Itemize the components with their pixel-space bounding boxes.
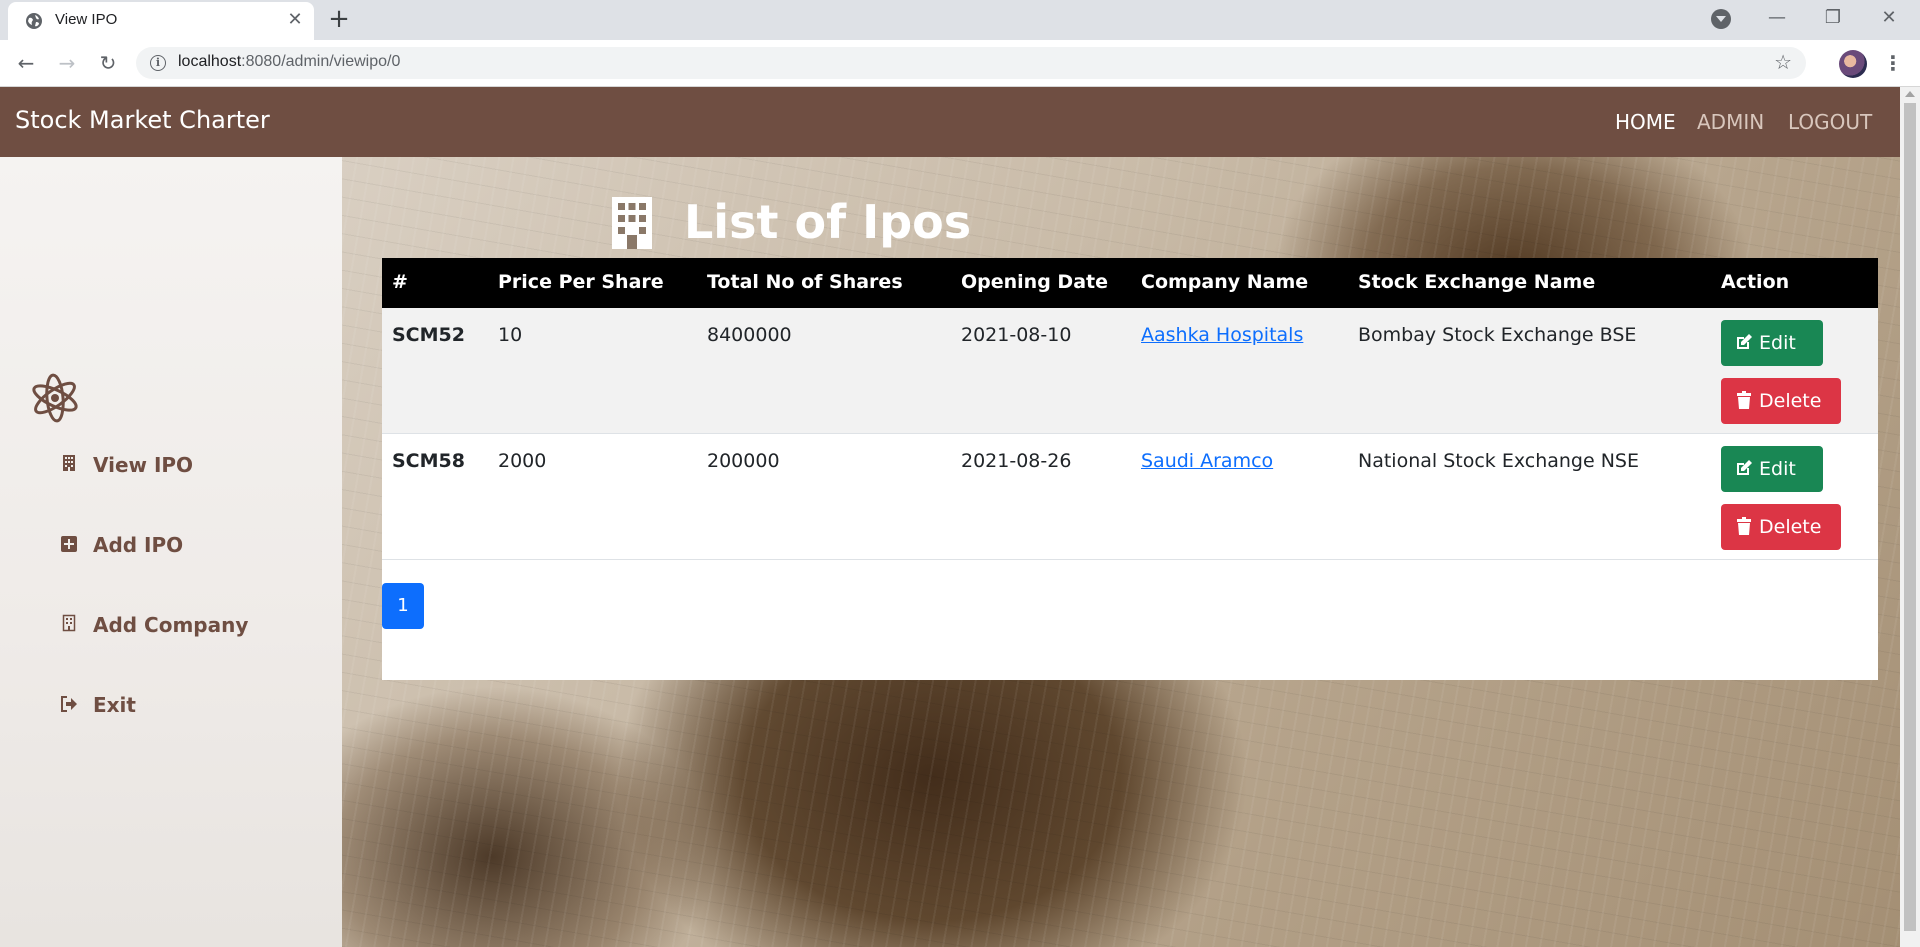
sidebar-item-label: Add IPO [92, 533, 184, 557]
restore-button[interactable]: ❐ [1819, 6, 1847, 30]
address-bar[interactable]: i localhost:8080/admin/viewipo/0 ☆ [136, 47, 1806, 79]
sidebar-item-add-ipo[interactable]: Add IPO [60, 533, 183, 557]
sidebar-item-label: View IPO [92, 453, 194, 477]
ipo-id: SCM52 [392, 324, 465, 346]
company-link[interactable]: Saudi Aramco [1141, 450, 1273, 472]
price-per-share: 10 [498, 324, 523, 346]
edit-button[interactable]: Edit [1721, 320, 1823, 366]
delete-button[interactable]: Delete [1721, 504, 1841, 550]
browser-menu-icon[interactable]: ⋮ [1883, 50, 1903, 76]
globe-icon [26, 13, 42, 29]
url-text: localhost:8080/admin/viewipo/0 [178, 53, 401, 70]
total-shares: 8400000 [707, 324, 792, 346]
sidebar-item-add-company[interactable]: Add Company [60, 613, 248, 637]
plus-square-icon [61, 536, 77, 552]
price-per-share: 2000 [498, 450, 547, 472]
tab-close-icon[interactable]: ✕ [285, 10, 305, 30]
sidebar: View IPO Add IPO Add Company Exit [0, 157, 342, 947]
column-header: Company Name [1141, 271, 1309, 293]
building-icon [63, 455, 75, 471]
scroll-thumb[interactable] [1904, 103, 1916, 931]
brand-title[interactable]: Stock Market Charter [15, 106, 270, 134]
total-shares: 200000 [707, 450, 780, 472]
page-title: List of Ipos [610, 195, 1010, 255]
column-header: Price Per Share [498, 271, 664, 293]
exchange-name: Bombay Stock Exchange BSE [1358, 324, 1637, 346]
column-header: # [392, 271, 408, 293]
sidebar-item-exit[interactable]: Exit [60, 693, 136, 717]
trash-icon [1737, 391, 1751, 409]
building-outline-icon [62, 614, 76, 632]
scroll-up-arrow-icon[interactable] [1905, 91, 1915, 97]
browser-tab[interactable]: View IPO ✕ [8, 2, 314, 40]
atom-logo-icon [32, 373, 78, 423]
delete-button[interactable]: Delete [1721, 378, 1841, 424]
edit-button[interactable]: Edit [1721, 446, 1823, 492]
exchange-name: National Stock Exchange NSE [1358, 450, 1639, 472]
profile-avatar[interactable] [1839, 50, 1867, 78]
trash-icon [1737, 517, 1751, 535]
edit-icon [1737, 460, 1752, 475]
ipo-table-panel: # Price Per Share Total No of Shares Ope… [382, 258, 1878, 680]
nav-logout[interactable]: LOGOUT [1788, 110, 1872, 134]
nav-home[interactable]: HOME [1615, 110, 1676, 134]
close-window-button[interactable]: ✕ [1875, 6, 1903, 30]
back-icon[interactable]: ← [14, 51, 38, 75]
reload-icon[interactable]: ↻ [96, 51, 120, 75]
sidebar-item-label: Add Company [92, 613, 249, 637]
table-row: SCM52 10 8400000 2021-08-10 Aashka Hospi… [382, 308, 1878, 434]
sidebar-item-view-ipo[interactable]: View IPO [60, 453, 193, 477]
table-row: SCM58 2000 200000 2021-08-26 Saudi Aramc… [382, 434, 1878, 560]
tab-title: View IPO [55, 11, 118, 28]
sign-out-icon [61, 696, 77, 712]
browser-tab-bar: View IPO ✕ + — ❐ ✕ [0, 0, 1920, 40]
pagination-page-button[interactable]: 1 [382, 583, 424, 629]
column-header: Opening Date [961, 271, 1108, 293]
bookmark-star-icon[interactable]: ☆ [1774, 50, 1792, 74]
new-tab-button[interactable]: + [325, 6, 353, 34]
column-header: Stock Exchange Name [1358, 271, 1596, 293]
tab-search-icon[interactable] [1711, 9, 1731, 29]
column-header: Total No of Shares [707, 271, 903, 293]
browser-toolbar: ← → ↻ i localhost:8080/admin/viewipo/0 ☆… [0, 40, 1920, 87]
company-link[interactable]: Aashka Hospitals [1141, 324, 1303, 346]
page-viewport: Stock Market Charter HOME ADMIN LOGOUT V… [0, 87, 1900, 947]
opening-date: 2021-08-26 [961, 450, 1072, 472]
top-navbar: Stock Market Charter HOME ADMIN LOGOUT [0, 87, 1900, 157]
minimize-button[interactable]: — [1763, 6, 1791, 30]
column-header: Action [1721, 271, 1790, 293]
table-header: # Price Per Share Total No of Shares Ope… [382, 258, 1878, 308]
opening-date: 2021-08-10 [961, 324, 1072, 346]
info-icon[interactable]: i [150, 55, 166, 71]
sidebar-item-label: Exit [92, 693, 136, 717]
ipo-id: SCM58 [392, 450, 465, 472]
edit-icon [1737, 334, 1752, 349]
page-scrollbar[interactable] [1900, 87, 1920, 947]
forward-icon[interactable]: → [55, 51, 79, 75]
nav-admin[interactable]: ADMIN [1697, 110, 1764, 134]
building-icon [612, 197, 652, 249]
